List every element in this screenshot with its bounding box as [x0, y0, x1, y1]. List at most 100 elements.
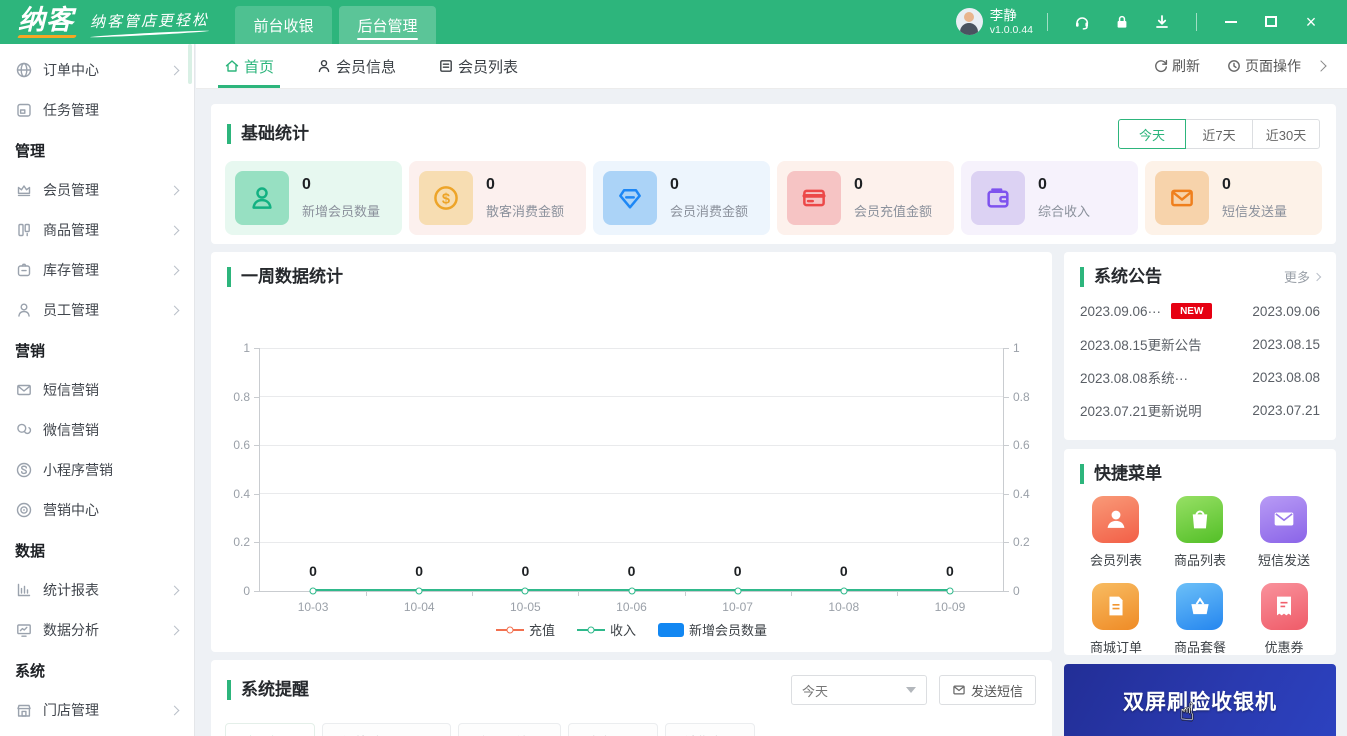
stat-label: 散客消费金额 [486, 204, 565, 219]
sidebar-item-label: 商品管理 [43, 222, 99, 238]
y-axis-tick [1003, 396, 1009, 398]
quick-sms-send[interactable]: 短信发送 [1258, 495, 1310, 569]
member-list-icon [1092, 495, 1140, 543]
send-sms-button[interactable]: 发送短信 [938, 675, 1036, 705]
monitor-chart-icon [17, 624, 31, 637]
page-ops-button[interactable]: 页面操作 [1226, 56, 1301, 76]
sidebar-item-goods-manage[interactable]: 商品管理 [0, 210, 194, 250]
tab-home[interactable]: 首页 [217, 44, 281, 88]
gridline [260, 347, 1003, 349]
stat-cards-row: 0 新增会员数量 $ 0 散客消费金额 0 会员消费金额 0 会员充值金额 0 … [211, 159, 1336, 235]
chevron-right-icon[interactable] [1315, 60, 1327, 72]
announcement-row[interactable]: 2023.08.15更新公告 2023.08.15 [1080, 328, 1320, 361]
close-button[interactable]: × [1303, 13, 1319, 31]
legend-income[interactable]: 收入 [576, 620, 636, 639]
customer-service-icon[interactable] [1073, 13, 1091, 31]
stat-card-member-spend: 0 会员消费金额 [593, 161, 770, 235]
reminder-tab-member-balance[interactable]: 会员没钱了 [458, 723, 562, 736]
reminder-tab-sold-out[interactable]: 销售完了 [665, 723, 756, 736]
new-badge: NEW [1171, 303, 1213, 320]
envelope-icon [953, 685, 965, 695]
reminder-date-select[interactable]: 今天 [790, 675, 927, 705]
sidebar-item-label: 库存管理 [43, 262, 99, 278]
tab-member-info[interactable]: 会员信息 [316, 44, 396, 88]
sidebar-section-data: 数据 [15, 542, 46, 560]
quick-goods-combo[interactable]: 商品套餐 [1174, 582, 1226, 656]
sidebar-item-miniapp-marketing[interactable]: 小程序营销 [0, 450, 194, 490]
divider [1047, 12, 1048, 31]
sidebar-item-task-manage[interactable]: 任务管理 [0, 90, 194, 130]
gridline [260, 541, 1003, 543]
lock-icon[interactable] [1113, 13, 1131, 31]
sidebar-item-store-manage[interactable]: 门店管理 [0, 690, 194, 730]
page-ops-label: 页面操作 [1245, 58, 1301, 74]
reminder-tab-low-stock[interactable]: 库存不足 [568, 723, 659, 736]
sidebar-item-staff-manage[interactable]: 员工管理 [0, 290, 194, 330]
filter-7days-button[interactable]: 近7天 [1185, 119, 1253, 149]
reminder-tab-maintenance-due[interactable]: 保养时间要到了 [322, 723, 452, 736]
announcement-row[interactable]: 2023.09.06··· NEW 2023.09.06 [1080, 295, 1320, 328]
download-icon[interactable] [1153, 13, 1171, 31]
coin-icon: $ [419, 171, 473, 225]
y-tick-label: 0.2 [233, 535, 250, 550]
y-tick-label: 0.8 [1013, 389, 1030, 404]
announcements-more-link[interactable]: 更多 [1284, 267, 1322, 286]
data-point-marker [946, 587, 954, 595]
y-tick-label: 0.6 [1013, 438, 1030, 453]
sidebar-item-label: 营销中心 [43, 502, 99, 518]
sidebar-item-order-center[interactable]: 订单中心 [0, 50, 194, 90]
gridline [260, 493, 1003, 495]
top-right-cluster: 李静 v1.0.0.44 × [955, 8, 1347, 36]
sidebar-item-statistics-report[interactable]: 统计报表 [0, 570, 194, 610]
quick-goods-list[interactable]: 商品列表 [1174, 495, 1226, 569]
refresh-button[interactable]: 刷新 [1153, 56, 1200, 76]
quick-mall-orders[interactable]: 商城订单 [1090, 582, 1142, 656]
backend-manage-button[interactable]: 后台管理 [339, 6, 437, 44]
announcement-text: 2023.08.08系统··· [1080, 371, 1189, 387]
x-tick-label: 10-06 [616, 600, 647, 614]
reminder-tab-birthday[interactable]: 生日提醒 [225, 723, 316, 736]
sidebar-item-member-manage[interactable]: 会员管理 [0, 170, 194, 210]
wallet-icon [971, 171, 1025, 225]
sidebar-item-label: 门店管理 [43, 702, 99, 718]
sidebar-item-inventory-manage[interactable]: 库存管理 [0, 250, 194, 290]
y-axis-tick [1003, 591, 1009, 592]
y-axis-tick [1003, 445, 1009, 447]
quick-member-list[interactable]: 会员列表 [1090, 495, 1142, 569]
legend-recharge[interactable]: 充值 [495, 620, 555, 639]
maximize-button[interactable] [1263, 14, 1279, 30]
sidebar-item-marketing-center[interactable]: 营销中心 [0, 490, 194, 530]
x-axis-tick [472, 591, 474, 596]
filter-today-button[interactable]: 今天 [1118, 119, 1186, 149]
legend-new-members[interactable]: 新增会员数量 [658, 620, 767, 639]
x-axis-tick [578, 591, 580, 596]
y-tick-label: 0.2 [1013, 535, 1030, 550]
stat-card-walkin-spend: $ 0 散客消费金额 [409, 161, 586, 235]
stat-value: 0 [486, 176, 495, 193]
quick-menu-grid: 会员列表 商品列表 短信发送 商城订单 商品套餐 优惠券 [1064, 492, 1336, 656]
quick-coupons[interactable]: 优惠券 [1260, 582, 1308, 656]
data-point-marker [628, 587, 635, 595]
sidebar-item-data-analysis[interactable]: 数据分析 [0, 610, 194, 650]
tab-member-list[interactable]: 会员列表 [438, 44, 518, 88]
x-tick-label: 10-04 [403, 600, 435, 614]
y-axis-tick [254, 396, 260, 398]
ad-banner[interactable]: 双屏刷脸收银机 ✦ [1064, 664, 1336, 736]
stat-label: 短信发送量 [1222, 204, 1288, 219]
chevron-right-icon [169, 185, 180, 195]
chevron-right-icon [169, 705, 180, 715]
sidebar-item-wechat-marketing[interactable]: 微信营销 [0, 410, 194, 450]
filter-30days-button[interactable]: 近30天 [1252, 119, 1320, 149]
avatar[interactable] [955, 8, 983, 36]
banner-text: 双屏刷脸收银机 [1123, 691, 1277, 714]
announcement-row[interactable]: 2023.08.08系统··· 2023.08.08 [1080, 361, 1320, 394]
minimize-button[interactable] [1223, 14, 1239, 30]
front-cashier-button[interactable]: 前台收银 [235, 6, 333, 44]
data-point-marker [734, 587, 742, 595]
stat-value: 0 [1038, 176, 1047, 193]
data-point-label: 0 [521, 563, 530, 579]
stat-label: 会员消费金额 [670, 204, 749, 219]
sidebar-item-sms-marketing[interactable]: 短信营销 [0, 370, 194, 410]
announcement-row[interactable]: 2023.07.21更新说明 2023.07.21 [1080, 394, 1320, 427]
quick-label: 优惠券 [1264, 639, 1304, 655]
